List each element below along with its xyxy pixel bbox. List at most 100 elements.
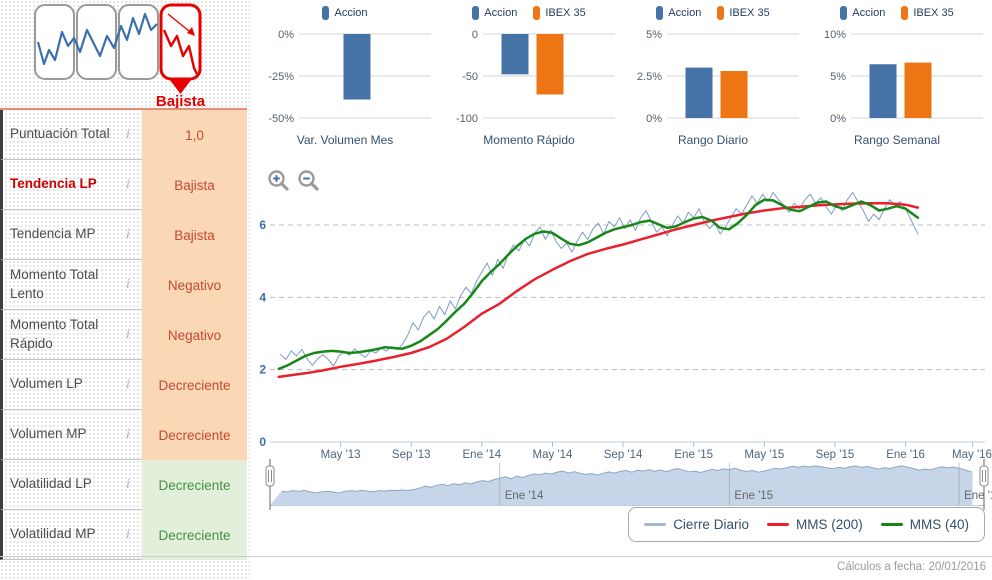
price-chart-svg: 0 2 4 6 May '13 Sep '13 Ene '14 May '14 Sep '14 E… (259, 191, 992, 510)
y-tick-label: 0% (278, 29, 294, 41)
x-axis-label: May '16 (952, 449, 992, 461)
mini-chart: Accion IBEX 35 5% 2.5% 0% Rango Diario (621, 0, 805, 152)
row-value: Decreciente (142, 510, 247, 560)
row-label-cell: Tendencia LP (0, 160, 114, 210)
navigator-label: Ene '15 (734, 490, 773, 502)
legend-item-mms40[interactable]: MMS (40) (880, 517, 969, 532)
row-label: Volatilidad MP (10, 526, 96, 542)
legend-label: IBEX 35 (729, 7, 770, 19)
y-tick-label: 0% (646, 113, 662, 125)
mini-chart-legend: Accion (253, 0, 437, 26)
info-icon[interactable]: i (114, 410, 142, 460)
row-value: Negativo (142, 260, 247, 310)
table-row: Momento Total Rápido i Negativo (0, 310, 247, 360)
table-row: Volumen MP i Decreciente (0, 410, 247, 460)
price-chart-panel: 0 2 4 6 May '13 Sep '13 Ene '14 May '14 Sep '14 E… (253, 160, 992, 556)
info-icon[interactable]: i (114, 260, 142, 310)
legend-marker-icon (322, 6, 330, 20)
table-row: Volatilidad MP i Decreciente (0, 510, 247, 560)
row-value: 1,0 (142, 110, 247, 160)
row-label: Puntuación Total (10, 126, 110, 142)
row-label: Volatilidad LP (10, 476, 92, 492)
legend-item[interactable]: Accion (840, 6, 885, 20)
legend-marker-icon (533, 6, 541, 20)
legend-marker-icon (901, 6, 909, 20)
bajista-pointer-icon (170, 80, 191, 94)
legend-label: Accion (668, 7, 702, 19)
legend-label: Accion (334, 7, 368, 19)
zoom-in-icon[interactable] (267, 169, 290, 192)
legend-marker-icon (472, 6, 480, 20)
table-row: Puntuación Total i 1,0 (0, 110, 247, 160)
legend-item[interactable]: IBEX 35 (717, 6, 770, 20)
y-axis-label: 0 (259, 435, 266, 449)
x-axis-label: May '15 (744, 449, 784, 461)
x-axis-label: Sep '13 (392, 449, 431, 461)
x-axis-label: Ene '16 (886, 449, 925, 461)
legend-marker-icon (717, 6, 725, 20)
row-label-cell: Puntuación Total (0, 110, 114, 160)
row-label: Tendencia MP (10, 226, 96, 242)
row-label-cell: Momento Total Rápido (0, 310, 114, 360)
mini-bar-svg: 10% 5% 0% (824, 29, 983, 125)
mini-chart-title: Rango Diario (677, 133, 749, 147)
info-icon[interactable]: i (114, 310, 142, 360)
legend-label: MMS (40) (909, 517, 969, 532)
row-value: Decreciente (142, 460, 247, 510)
bar-ibex-35 (720, 70, 748, 118)
y-tick-label: -50 (462, 71, 478, 83)
trend-cards-graphic: Bajista (34, 3, 206, 110)
y-tick-label: 5% (646, 29, 662, 41)
legend-item[interactable]: IBEX 35 (533, 6, 586, 20)
legend-item[interactable]: Accion (322, 6, 368, 20)
info-icon[interactable]: i (114, 110, 142, 160)
info-icon[interactable]: i (114, 510, 142, 560)
legend-item[interactable]: IBEX 35 (901, 6, 954, 20)
x-axis-label: Ene '14 (463, 449, 502, 461)
table-row: Momento Total Lento i Negativo (0, 260, 247, 310)
mini-chart-legend: Accion IBEX 35 (805, 0, 989, 26)
row-label-cell: Momento Total Lento (0, 260, 114, 310)
info-icon[interactable]: i (114, 160, 142, 210)
bajista-label: Bajista (156, 93, 206, 108)
info-icon[interactable]: i (114, 210, 142, 260)
navigator-label: Ene '14 (505, 490, 544, 502)
zoom-out-icon[interactable] (297, 169, 320, 192)
row-label-cell: Volumen LP (0, 360, 114, 410)
info-icon[interactable]: i (114, 460, 142, 510)
legend-item-mms200[interactable]: MMS (200) (766, 517, 863, 532)
trend-signal-header: Bajista (30, 2, 210, 110)
navigator-handle[interactable] (979, 459, 989, 510)
y-axis-label: 2 (259, 363, 266, 377)
x-axis-label: May '13 (321, 449, 361, 461)
mini-bar-svg: 0 -50 -100 (456, 29, 615, 125)
legend-label: Cierre Diario (673, 517, 749, 532)
row-label-cell: Volatilidad LP (0, 460, 114, 510)
legend-item[interactable]: Accion (472, 6, 517, 20)
bar-accion (685, 67, 713, 118)
row-value: Negativo (142, 310, 247, 360)
x-axis-label: May '14 (533, 449, 574, 461)
mini-chart: Accion IBEX 35 0 -50 -100 Momento Rápido (437, 0, 621, 152)
x-axis-label: Sep '14 (604, 449, 643, 461)
row-value: Bajista (142, 210, 247, 260)
bar-accion (501, 34, 529, 75)
legend-item-cierrediario[interactable]: Cierre Diario (644, 517, 749, 532)
info-icon[interactable]: i (114, 360, 142, 410)
row-label-cell: Volumen MP (0, 410, 114, 460)
mini-bar-svg: 0% -25% -50% (268, 29, 431, 125)
y-tick-label: -100 (456, 113, 478, 125)
table-row: Volatilidad LP i Decreciente (0, 460, 247, 510)
trend-card (118, 4, 159, 80)
row-label-cell: Tendencia MP (0, 210, 114, 260)
mini-chart-legend: Accion IBEX 35 (437, 0, 621, 26)
y-tick-label: 2.5% (637, 71, 662, 83)
table-row: Volumen LP i Decreciente (0, 360, 247, 410)
bar-ibex-35 (904, 62, 932, 118)
legend-item[interactable]: Accion (656, 6, 701, 20)
row-value: Bajista (142, 160, 247, 210)
navigator-label: Ene '16 (964, 490, 992, 502)
row-label-cell: Volatilidad MP (0, 510, 114, 560)
legend-label: IBEX 35 (545, 7, 586, 19)
legend-marker-icon (840, 6, 848, 20)
